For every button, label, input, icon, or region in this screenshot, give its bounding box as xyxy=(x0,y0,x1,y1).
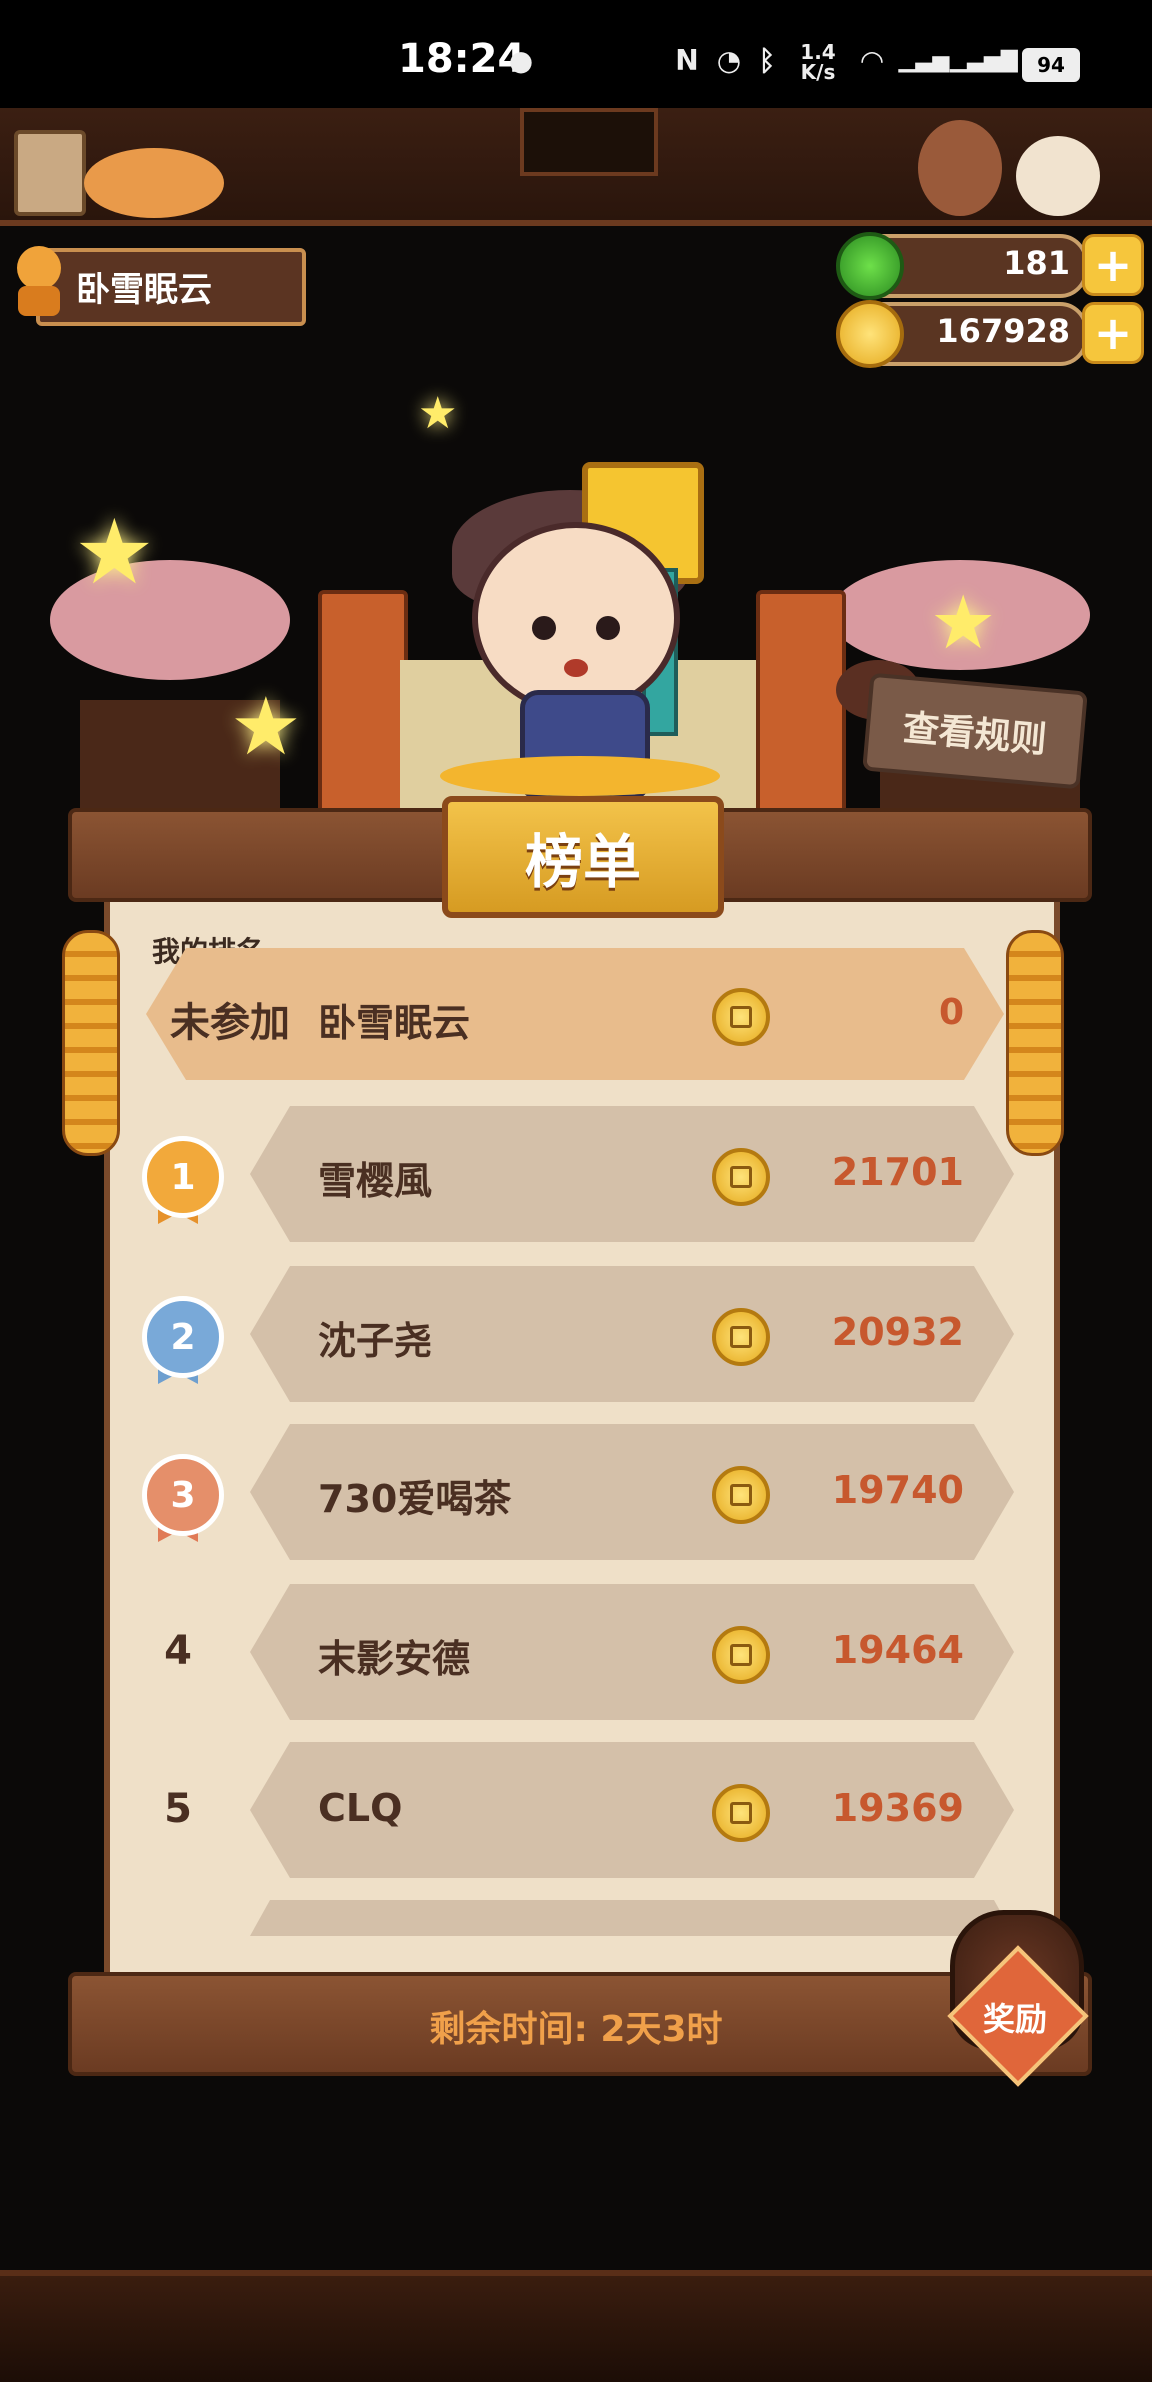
pillar-left xyxy=(318,590,408,818)
net-speed: 1.4 K/s xyxy=(800,40,836,84)
alarm-icon: ◔ xyxy=(716,43,742,77)
coin-value: 167928 xyxy=(936,312,1070,350)
player-avatar[interactable] xyxy=(6,240,72,320)
player-name: 雪樱風 xyxy=(318,1159,433,1203)
my-rank-score: 0 xyxy=(938,992,964,1033)
leaderboard-title: 榜单 xyxy=(442,796,724,918)
farmer-npc-decoration xyxy=(918,120,1002,216)
add-jade-button[interactable]: + xyxy=(1082,234,1144,296)
player-score: 19369 xyxy=(831,1786,964,1830)
status-bar: 18:24 ● Ν ◔ ᛒ 1.4 K/s ◠ ▁▃▅ ▁▃▅▇ 94 xyxy=(0,0,1152,108)
sparkle-star-icon: ★ xyxy=(930,580,997,666)
orange-cat-decoration xyxy=(84,148,224,218)
gold-medal-icon: 1 xyxy=(142,1136,224,1218)
rank-number: 5 xyxy=(164,1786,192,1832)
jar-decoration xyxy=(14,130,86,216)
bronze-medal-icon: 3 xyxy=(142,1454,224,1536)
coin-icon xyxy=(712,988,770,1046)
nfc-icon: Ν xyxy=(675,43,699,77)
wechat-icon: ● xyxy=(508,43,534,77)
rank-number: 4 xyxy=(164,1628,192,1674)
corn-decoration-right xyxy=(1006,930,1064,1156)
add-coins-button[interactable]: + xyxy=(1082,302,1144,364)
bluetooth-icon: ᛒ xyxy=(758,43,776,77)
jade-value: 181 xyxy=(1003,244,1070,282)
coin-icon xyxy=(712,1784,770,1842)
coin-icon xyxy=(712,1466,770,1524)
coin-icon xyxy=(712,1308,770,1366)
sign-decoration xyxy=(520,108,658,176)
white-cat-decoration xyxy=(1016,136,1100,216)
view-rules-button[interactable]: 查看规则 xyxy=(862,672,1088,790)
player-name: 末影安德 xyxy=(318,1637,471,1681)
hero-scarf xyxy=(440,756,720,796)
player-name: CLQ xyxy=(318,1786,403,1830)
coin-icon xyxy=(712,1148,770,1206)
leaderboard-row-partial xyxy=(250,1900,1014,1936)
my-rank-status: 未参加 xyxy=(170,1000,290,1046)
player-score: 21701 xyxy=(831,1150,964,1194)
player-name: 沈子尧 xyxy=(318,1319,433,1363)
pillar-right xyxy=(756,590,846,818)
coin-icon xyxy=(712,1626,770,1684)
player-name: 730爱喝茶 xyxy=(318,1477,512,1521)
player-score: 19464 xyxy=(831,1628,964,1672)
my-rank-name: 卧雪眠云 xyxy=(318,1001,471,1045)
corn-decoration-left xyxy=(62,930,120,1156)
reward-label: 奖励 xyxy=(982,2000,1047,2038)
sparkle-star-icon: ★ xyxy=(74,500,155,605)
signal-5g-icon: ▁▃▅ xyxy=(898,47,950,73)
player-name: 卧雪眠云 xyxy=(76,270,212,310)
signal-4g-icon: ▁▃▅▇ xyxy=(950,47,1018,73)
battery-icon: 94 xyxy=(1022,48,1080,82)
wifi-icon: ◠ xyxy=(861,43,883,77)
hero-character xyxy=(472,522,680,714)
sparkle-star-icon: ★ xyxy=(418,388,458,439)
player-score: 19740 xyxy=(831,1468,964,1512)
silver-medal-icon: 2 xyxy=(142,1296,224,1378)
sparkle-star-icon: ★ xyxy=(230,680,302,773)
coin-icon xyxy=(836,300,904,368)
jade-icon xyxy=(836,232,904,300)
floor-beam xyxy=(0,2270,1152,2382)
player-score: 20932 xyxy=(831,1310,964,1354)
